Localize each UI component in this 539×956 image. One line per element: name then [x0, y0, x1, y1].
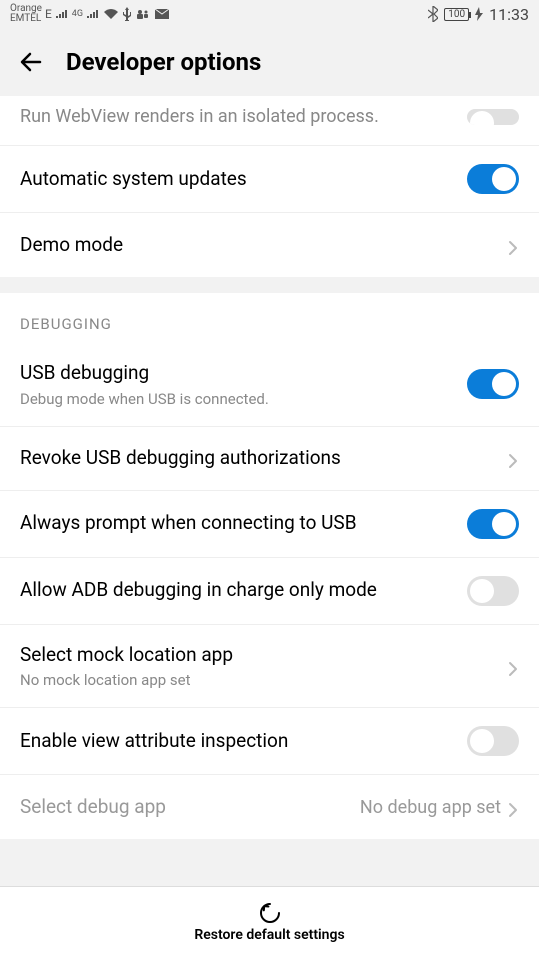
status-right: 100 11:33 [428, 5, 529, 24]
teams-icon [135, 8, 151, 20]
signal-bars-icon [55, 8, 69, 20]
page-title: Developer options [66, 48, 261, 76]
row-text: USB debugging Debug mode when USB is conn… [20, 361, 467, 408]
settings-list: Run WebView renders in an isolated proce… [0, 96, 539, 839]
chevron-right-icon [507, 660, 519, 672]
battery-level: 100 [448, 9, 465, 20]
bluetooth-icon [428, 6, 438, 22]
row-usb-debugging[interactable]: USB debugging Debug mode when USB is conn… [0, 343, 539, 427]
restore-defaults-button[interactable]: Restore default settings [0, 886, 539, 956]
allow-adb-debugging-in-charge-only-mode-toggle[interactable] [467, 576, 519, 606]
usb-icon [122, 7, 132, 21]
row-demo-mode[interactable]: Demo mode [0, 213, 539, 277]
restore-icon [258, 901, 282, 925]
battery-indicator: 100 [444, 8, 469, 21]
always-prompt-when-connecting-to-usb-toggle[interactable] [467, 509, 519, 539]
signal-bars-2-icon [86, 8, 100, 20]
back-button[interactable] [18, 48, 46, 76]
row-text: Select mock location app No mock location… [20, 643, 507, 690]
chevron-right-icon [507, 239, 519, 251]
row-text: Enable view attribute inspection [20, 729, 467, 754]
row-title: Always prompt when connecting to USB [20, 511, 455, 536]
carrier-2: EMTEL [10, 14, 42, 24]
row-title: Allow ADB debugging in charge only mode [20, 578, 455, 603]
row-enable-view-attribute-inspection[interactable]: Enable view attribute inspection [0, 708, 539, 775]
header: Developer options [0, 28, 539, 96]
row-webview-isolated[interactable]: Run WebView renders in an isolated proce… [0, 96, 539, 146]
section-gap [0, 277, 539, 293]
chevron-right-icon [507, 452, 519, 464]
row-text: Revoke USB debugging authorizations [20, 446, 507, 471]
row-title: Enable view attribute inspection [20, 729, 455, 754]
row-title: Revoke USB debugging authorizations [20, 446, 495, 471]
net-e-indicator: E [45, 7, 52, 21]
row-title: Select debug app [20, 795, 348, 820]
section-debugging-header: DEBUGGING [0, 293, 539, 343]
restore-label: Restore default settings [194, 927, 344, 943]
row-select-debug-app[interactable]: Select debug app No debug app set [0, 775, 539, 839]
arrow-left-icon [18, 48, 46, 76]
row-subtitle: Debug mode when USB is connected. [20, 390, 455, 408]
row-value: No debug app set [360, 797, 501, 818]
row-revoke-usb-debugging-authorizations[interactable]: Revoke USB debugging authorizations [0, 427, 539, 491]
row-text: Always prompt when connecting to USB [20, 511, 467, 536]
row-subtitle: No mock location app set [20, 671, 495, 689]
row-automatic-system-updates[interactable]: Automatic system updates [0, 146, 539, 213]
charging-icon [475, 7, 483, 21]
row-title: Select mock location app [20, 643, 495, 668]
status-left: Orange EMTEL E 4G [10, 4, 170, 24]
usb-debugging-toggle[interactable] [467, 369, 519, 399]
chevron-right-icon [507, 801, 519, 813]
row-text: Demo mode [20, 233, 507, 258]
wifi-icon [103, 8, 119, 20]
net-4g-indicator: 4G [72, 9, 83, 19]
automatic-system-updates-toggle[interactable] [467, 164, 519, 194]
webview-toggle[interactable] [467, 109, 519, 125]
row-text: Allow ADB debugging in charge only mode [20, 578, 467, 603]
row-text: Select debug app [20, 795, 360, 820]
row-select-mock-location-app[interactable]: Select mock location app No mock location… [0, 625, 539, 709]
clock: 11:33 [489, 5, 529, 24]
enable-view-attribute-inspection-toggle[interactable] [467, 726, 519, 756]
row-webview-label: Run WebView renders in an isolated proce… [20, 106, 467, 127]
row-always-prompt-when-connecting-to-usb[interactable]: Always prompt when connecting to USB [0, 491, 539, 558]
row-title: USB debugging [20, 361, 455, 386]
row-text: Automatic system updates [20, 167, 467, 192]
status-bar: Orange EMTEL E 4G 100 [0, 0, 539, 28]
row-title: Automatic system updates [20, 167, 455, 192]
carrier-stack: Orange EMTEL [10, 4, 42, 24]
mail-icon [154, 8, 170, 20]
row-title: Demo mode [20, 233, 495, 258]
row-allow-adb-debugging-in-charge-only-mode[interactable]: Allow ADB debugging in charge only mode [0, 558, 539, 625]
